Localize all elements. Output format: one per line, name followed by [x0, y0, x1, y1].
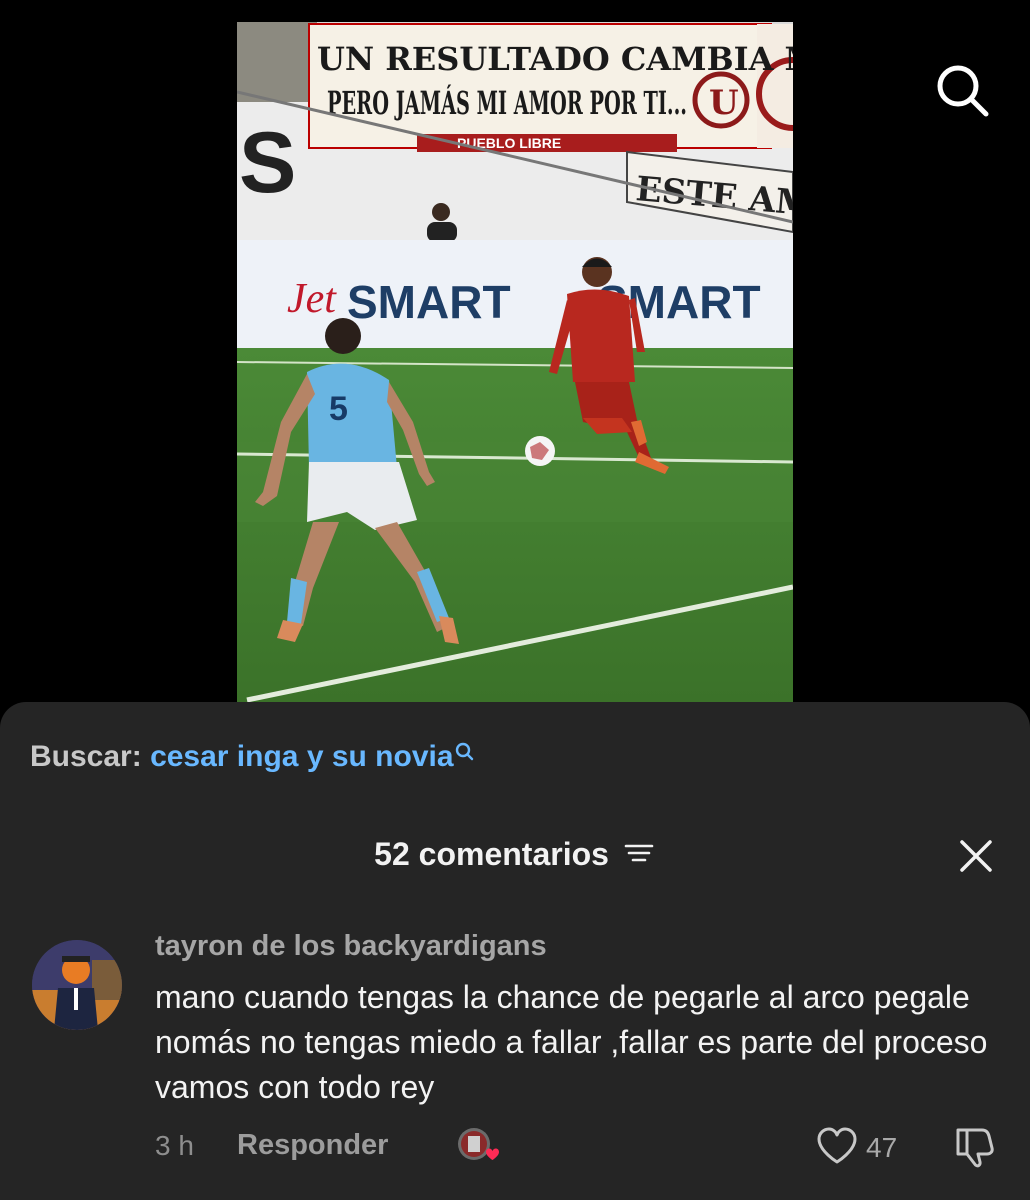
- avatar[interactable]: [32, 940, 122, 1030]
- dislike-button[interactable]: [952, 1124, 998, 1168]
- app-screen: S UN RESULTADO CAMBIA MI HUMOR, PERO JAM…: [0, 0, 1030, 1200]
- search-suggestion-prefix: Buscar:: [30, 740, 142, 773]
- search-small-icon: [455, 742, 473, 761]
- video-player[interactable]: S UN RESULTADO CAMBIA MI HUMOR, PERO JAM…: [237, 22, 793, 702]
- search-icon: [937, 65, 989, 117]
- comment-timestamp: 3 h: [155, 1130, 194, 1161]
- like-count: 47: [866, 1132, 898, 1163]
- jersey-number: 5: [329, 390, 348, 428]
- svg-text:U: U: [709, 83, 739, 123]
- filter-icon: [624, 844, 654, 861]
- reply-button[interactable]: Responder: [237, 1129, 388, 1162]
- banner-line2: PERO JAMÁS MI AMOR POR TI...: [327, 84, 687, 122]
- comments-count: 52 comentarios: [374, 836, 609, 872]
- comments-header: 52 comentarios: [0, 836, 1030, 876]
- board-brand-jet: Jet: [287, 276, 337, 322]
- svg-text:S: S: [239, 115, 296, 211]
- video-frame: S UN RESULTADO CAMBIA MI HUMOR, PERO JAM…: [237, 22, 793, 702]
- search-button[interactable]: [930, 58, 994, 122]
- creator-liked-avatar-icon: [458, 1128, 499, 1160]
- avatar-image: [32, 940, 122, 1030]
- search-suggestion-query[interactable]: cesar inga y su novia: [150, 740, 453, 773]
- comment-text: mano cuando tengas la chance de pegarle …: [155, 979, 988, 1105]
- heart-outline-icon: [817, 1127, 857, 1164]
- filter-button[interactable]: [622, 838, 656, 876]
- search-suggestion: Buscar: cesar inga y su novia: [30, 740, 475, 774]
- thumbs-down-icon: [956, 1128, 994, 1168]
- close-icon: [960, 840, 992, 872]
- like-button[interactable]: [815, 1126, 859, 1166]
- close-button[interactable]: [956, 836, 996, 876]
- board-brand-smart: SMART: [347, 276, 511, 328]
- comment-username[interactable]: tayron de los backyardigans: [155, 930, 547, 963]
- creator-liked-badge: [456, 1126, 500, 1166]
